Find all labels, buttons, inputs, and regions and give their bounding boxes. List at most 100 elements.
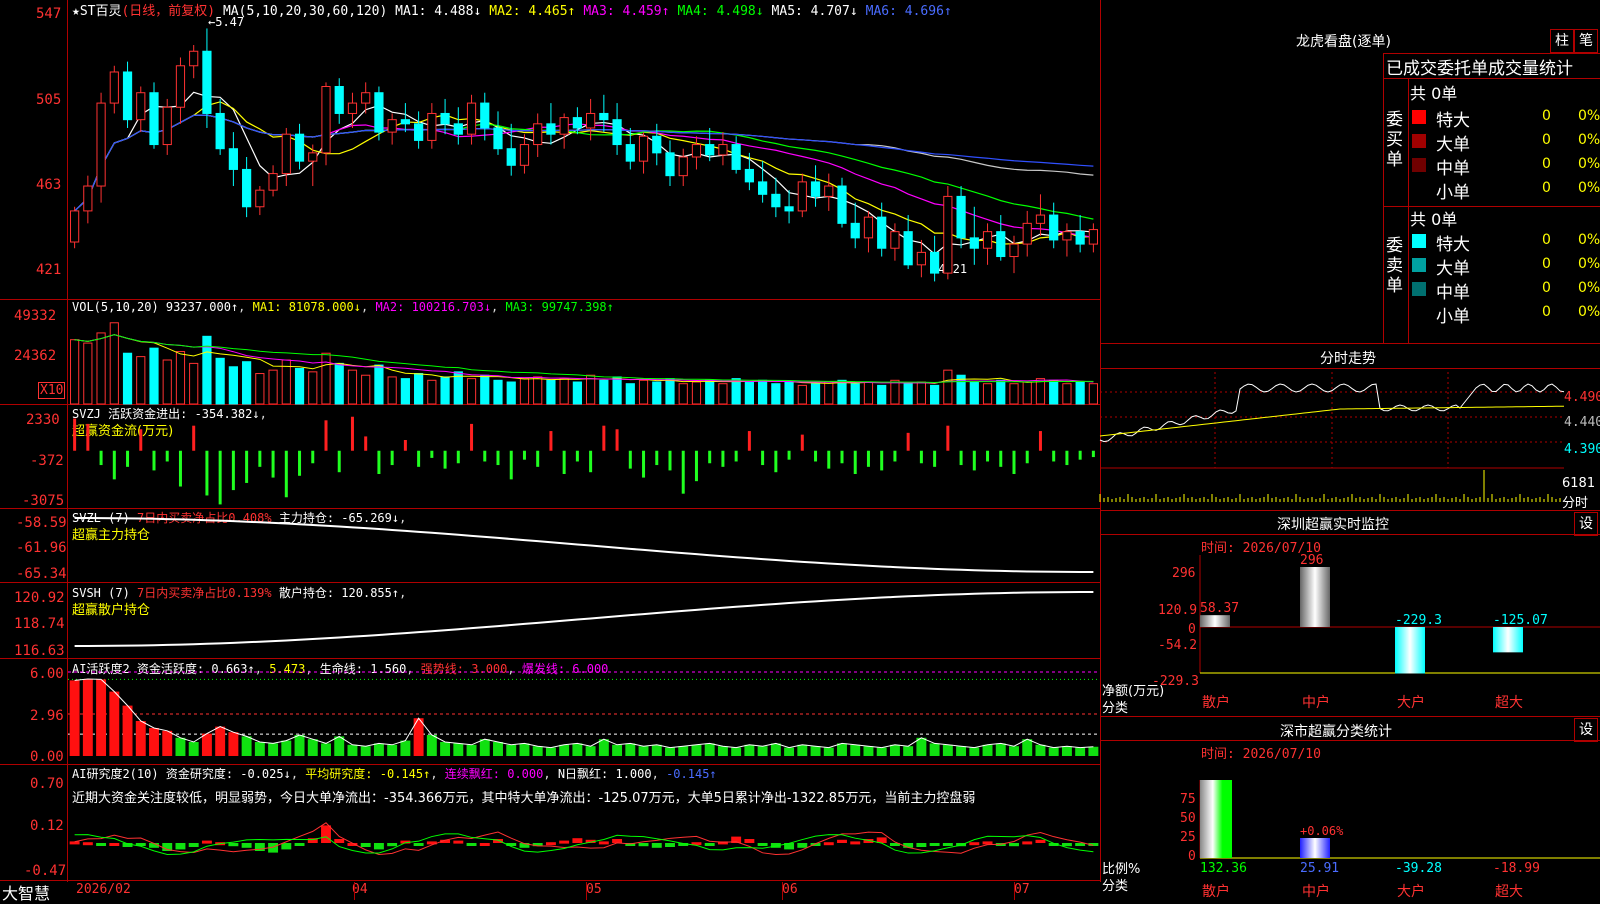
ai-research-bar: [453, 840, 464, 844]
candle-body: [1088, 229, 1098, 245]
monitor-value-0: 58.37: [1200, 601, 1239, 616]
vol-title: VOL(5,10,20) 93237.000↑: [72, 300, 239, 314]
candle-body: [70, 210, 80, 243]
sell-color-swatch-1: [1412, 258, 1426, 272]
candle-body: [784, 206, 794, 212]
vol-ma2: MA2: 100216.703↓: [375, 300, 492, 314]
ai-research-bar: [387, 843, 398, 847]
ai-active-bar: [281, 740, 292, 756]
candle-body: [652, 135, 662, 154]
brand-logo[interactable]: 大智慧: [2, 880, 50, 904]
candle-body: [83, 185, 93, 212]
sell-row-value-3: 0: [1542, 304, 1551, 320]
candle-body: [440, 112, 450, 125]
candle-body: [242, 168, 252, 208]
monitor-value-1: 296: [1300, 553, 1323, 568]
ai-active-bar: [506, 744, 517, 756]
candle-body: [414, 123, 424, 141]
rp-tabs[interactable]: 已成交委托单成交量统计: [1386, 54, 1573, 79]
classify-chart[interactable]: +0.06% 132.36 散户 25.91 中户 -39.28 大户 -18.99 超大: [1199, 760, 1600, 900]
price-chart[interactable]: [68, 16, 1100, 298]
sell-total: 共 0单: [1410, 210, 1458, 229]
volume-bar: [1075, 381, 1085, 405]
volume-bar: [228, 366, 238, 405]
buy-row-pct-3: 0%: [1578, 180, 1600, 196]
svzj-chart[interactable]: [68, 406, 1100, 508]
tick-mode-button[interactable]: 笔: [1574, 29, 1598, 53]
ai-research-bar: [744, 839, 755, 843]
candle-body: [480, 102, 490, 129]
date-tick-4: [1014, 882, 1015, 900]
candle-body: [612, 119, 622, 146]
ai-research-bar: [665, 843, 675, 847]
bar-mode-button[interactable]: 柱: [1550, 29, 1574, 53]
rp-sep-8: [1100, 716, 1600, 717]
volume-bar: [294, 367, 305, 405]
svsh-chart[interactable]: [68, 584, 1100, 658]
intraday-axis-mid: 4.440: [1564, 415, 1600, 430]
ai-active-bar: [149, 728, 159, 756]
classify-bar-retail: [1200, 780, 1232, 858]
volume-bar: [70, 339, 80, 405]
ai-active-bar: [1075, 747, 1086, 756]
volume-bar: [374, 364, 384, 405]
candle-body: [361, 92, 371, 104]
candle-body: [215, 112, 225, 150]
monitor-cat-0: 散户: [1202, 694, 1230, 711]
monitor-axis-2: 0: [1188, 622, 1196, 637]
volume-bar: [83, 342, 93, 405]
buy-row-label-2: 中单: [1436, 159, 1470, 179]
monitor-bar-2: [1395, 627, 1425, 674]
candle-body: [255, 189, 265, 208]
monitor-settings-button[interactable]: 设: [1574, 512, 1598, 536]
volume-bar: [969, 381, 979, 405]
date-tick-2: [586, 882, 587, 900]
svzl-axis-bottom: -65.34: [16, 566, 67, 582]
candle-body: [453, 123, 463, 135]
volume-bar: [996, 379, 1006, 405]
buy-color-swatch-2: [1412, 158, 1426, 172]
ai-research-bar: [559, 840, 570, 844]
candle-body: [202, 50, 212, 114]
intraday-title: 分时走势: [1320, 351, 1376, 367]
classify-settings-button[interactable]: 设: [1574, 718, 1598, 742]
rp-sep-9: [1100, 740, 1600, 741]
ai-active-bar: [334, 736, 345, 756]
candle-body: [996, 231, 1006, 258]
volume-bar: [572, 381, 582, 405]
volume-bar: [837, 379, 847, 405]
candle-body: [850, 222, 860, 239]
monitor-chart[interactable]: 58.37 散户 296 中户 -229.3 大户 -125.07 超大: [1199, 553, 1600, 713]
ai-research-bar: [757, 843, 768, 846]
ai-research-title-e: N日飘红: 1.000: [557, 767, 652, 781]
volume-bar: [480, 374, 490, 405]
intraday-chart[interactable]: [1099, 372, 1565, 510]
classify-title: 深市超赢分类统计: [1280, 724, 1392, 740]
volume-bar: [691, 381, 702, 405]
ai-active-bar: [466, 744, 477, 756]
volume-bar: [612, 376, 622, 405]
ai-active-bar: [347, 744, 358, 756]
ai-research-bar: [321, 825, 331, 843]
ai-research-bar: [572, 838, 583, 843]
volume-bar: [1022, 381, 1032, 405]
candle-body: [797, 181, 807, 212]
ai-active-chart[interactable]: [68, 660, 1100, 764]
ai-active-line: [74, 678, 1094, 749]
candle-body: [678, 156, 688, 177]
candle-body: [956, 195, 966, 239]
vol-ma3: MA3: 99747.398↑: [505, 300, 614, 314]
volume-bar: [652, 381, 662, 405]
buy-row-value-1: 0: [1542, 132, 1551, 148]
ai-research-bar: [942, 843, 953, 846]
buy-row-pct-1: 0%: [1578, 132, 1600, 148]
sell-row-value-0: 0: [1542, 232, 1551, 248]
ai-research-chart[interactable]: [68, 806, 1100, 880]
volume-bar: [678, 383, 688, 405]
ai-research-bar: [201, 840, 212, 844]
volume-chart[interactable]: [68, 316, 1100, 405]
ai-active-bar: [241, 736, 252, 756]
svzj-axis-mid: -372: [30, 453, 64, 469]
svzl-chart[interactable]: [68, 510, 1100, 582]
ai-active-bar: [82, 679, 93, 756]
